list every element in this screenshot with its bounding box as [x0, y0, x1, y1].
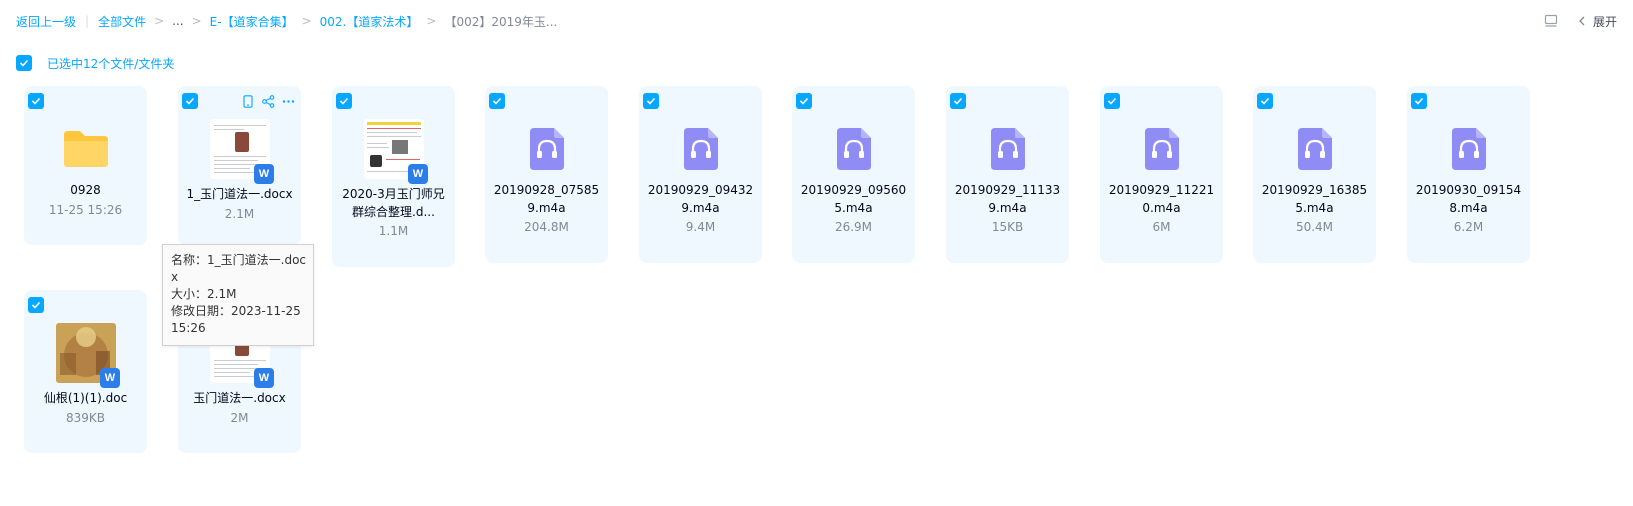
file-card-audio[interactable]: 20190929_112210.m4a 6M — [1100, 86, 1223, 263]
file-meta: 11-25 15:26 — [48, 203, 123, 217]
back-link[interactable]: 返回上一级 — [16, 13, 76, 30]
file-card-doc[interactable]: W 仙根(1)(1).doc 839KB — [24, 290, 147, 453]
file-meta: 204.8M — [524, 220, 569, 234]
chevron-left-icon — [1579, 16, 1585, 26]
file-checkbox[interactable] — [1411, 93, 1427, 109]
file-meta: 2M — [230, 411, 249, 425]
file-card-docx[interactable]: W 2020-3月玉门师兄群综合整理.d... 1.1M — [332, 86, 455, 267]
file-name: 2020-3月玉门师兄群综合整理.d... — [342, 187, 445, 219]
file-name: 20190930_091548.m4a — [1415, 183, 1522, 215]
more-icon[interactable] — [281, 94, 295, 108]
phone-icon[interactable] — [241, 94, 255, 108]
tooltip-size: 大小：2.1M — [171, 287, 237, 301]
file-card-folder-0928[interactable]: 0928 11-25 15:26 — [24, 86, 147, 245]
chevron-right-icon: > — [301, 14, 312, 28]
file-meta: 26.9M — [834, 220, 873, 234]
expand-button[interactable]: 展开 — [1577, 13, 1617, 30]
selection-row: 已选中12个文件/文件夹 — [16, 54, 174, 72]
file-name: 20190928_075859.m4a — [493, 183, 600, 215]
audio-file-icon — [1438, 118, 1499, 179]
file-card-audio[interactable]: 20190929_094329.m4a 9.4M — [639, 86, 762, 263]
file-name: 20190929_163855.m4a — [1261, 183, 1368, 215]
file-card-audio[interactable]: 20190930_091548.m4a 6.2M — [1407, 86, 1530, 263]
select-all-checkbox[interactable] — [16, 55, 32, 71]
file-checkbox[interactable] — [28, 297, 44, 313]
selection-count-label: 已选中12个文件/文件夹 — [47, 56, 175, 71]
expand-label: 展开 — [1592, 14, 1617, 29]
breadcrumb-level-2[interactable]: 002.【道家法术】 — [320, 13, 419, 30]
file-checkbox[interactable] — [489, 93, 505, 109]
list-view-icon[interactable] — [1543, 13, 1559, 29]
breadcrumb-current: 【002】2019年玉... — [444, 14, 558, 29]
audio-file-icon — [977, 118, 1038, 179]
file-name: 20190929_095605.m4a — [800, 183, 907, 215]
file-meta: 2.1M — [224, 207, 255, 221]
file-info-tooltip: 名称：1_玉门道法一.docx 大小：2.1M 修改日期：2023-11-25 … — [162, 244, 314, 346]
file-checkbox[interactable] — [950, 93, 966, 109]
audio-file-icon — [823, 118, 884, 179]
file-card-audio[interactable]: 20190928_075859.m4a 204.8M — [485, 86, 608, 263]
file-card-audio[interactable]: 20190929_163855.m4a 50.4M — [1253, 86, 1376, 263]
file-meta: 839KB — [65, 411, 105, 425]
word-icon: W — [100, 368, 120, 388]
audio-file-icon — [1284, 118, 1345, 179]
file-name: 20190929_112210.m4a — [1108, 183, 1215, 215]
document-thumbnail: W — [363, 118, 428, 184]
file-name: 仙根(1)(1).doc — [43, 391, 128, 405]
file-checkbox[interactable] — [1104, 93, 1120, 109]
breadcrumb-all-files[interactable]: 全部文件 — [98, 13, 146, 30]
share-icon[interactable] — [261, 94, 275, 108]
file-checkbox[interactable] — [796, 93, 812, 109]
card-actions — [235, 94, 295, 108]
file-name: 20190929_111339.m4a — [954, 183, 1061, 215]
tooltip-name: 名称：1_玉门道法一.docx — [171, 253, 307, 284]
file-meta: 6M — [1152, 220, 1171, 234]
file-checkbox[interactable] — [336, 93, 352, 109]
top-right-tools: 展开 — [1543, 12, 1617, 30]
file-checkbox[interactable] — [182, 93, 198, 109]
file-meta: 15KB — [991, 220, 1024, 234]
chevron-right-icon: > — [426, 14, 437, 28]
chevron-right-icon: > — [154, 14, 165, 28]
word-icon: W — [254, 368, 274, 388]
top-bar: 返回上一级 | 全部文件 > ... > E-【道家合集】 > 002.【道家法… — [0, 0, 1633, 42]
folder-icon — [55, 118, 116, 179]
file-name: 20190929_094329.m4a — [647, 183, 754, 215]
file-meta: 50.4M — [1295, 220, 1334, 234]
file-meta: 6.2M — [1453, 220, 1484, 234]
breadcrumb-ellipsis[interactable]: ... — [172, 14, 183, 28]
file-meta: 1.1M — [378, 224, 409, 238]
chevron-right-icon: > — [191, 14, 202, 28]
file-card-audio[interactable]: 20190929_095605.m4a 26.9M — [792, 86, 915, 263]
document-thumbnail: W — [209, 118, 274, 184]
file-name: 0928 — [70, 183, 101, 197]
audio-file-icon — [1131, 118, 1192, 179]
word-icon: W — [408, 164, 428, 184]
breadcrumb-divider: | — [85, 14, 90, 28]
breadcrumb-level-1[interactable]: E-【道家合集】 — [210, 13, 294, 30]
file-card-docx[interactable]: W 1_玉门道法一.docx 2.1M — [178, 86, 301, 245]
file-meta: 9.4M — [685, 220, 716, 234]
tooltip-modified: 修改日期：2023-11-25 15:26 — [171, 304, 301, 335]
audio-file-icon — [516, 118, 577, 179]
check-icon — [19, 59, 29, 67]
file-card-audio[interactable]: 20190929_111339.m4a 15KB — [946, 86, 1069, 263]
file-checkbox[interactable] — [28, 93, 44, 109]
audio-file-icon — [670, 118, 731, 179]
document-thumbnail: W — [55, 322, 120, 388]
file-checkbox[interactable] — [1257, 93, 1273, 109]
file-checkbox[interactable] — [643, 93, 659, 109]
word-icon: W — [254, 164, 274, 184]
file-name: 玉门道法一.docx — [193, 391, 286, 405]
breadcrumb: 返回上一级 | 全部文件 > ... > E-【道家合集】 > 002.【道家法… — [16, 12, 557, 30]
file-name: 1_玉门道法一.docx — [186, 187, 293, 201]
